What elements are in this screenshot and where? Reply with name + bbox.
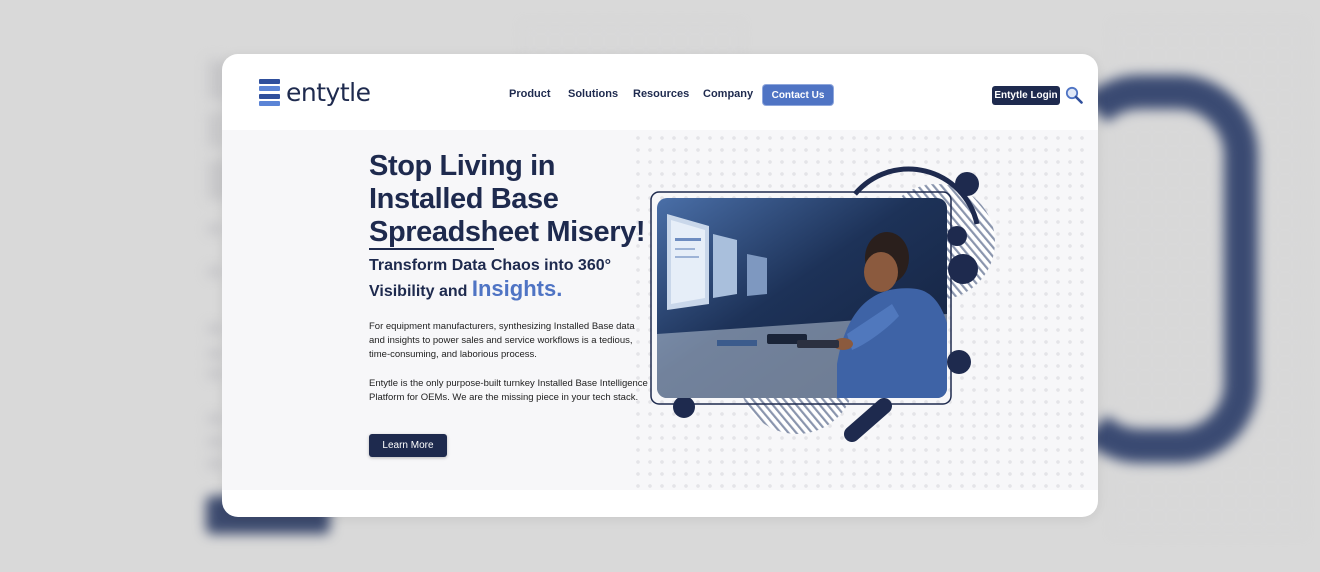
hero-paragraph-2: Entytle is the only purpose-built turnke… (369, 378, 648, 403)
brand-logo[interactable]: entytle (259, 78, 371, 107)
logo-text: entytle (286, 78, 371, 107)
decorative-dot (948, 254, 978, 284)
bg-shape (208, 325, 222, 333)
logo-mark-icon (259, 78, 280, 107)
login-button[interactable]: Entytle Login (992, 86, 1060, 105)
search-icon[interactable] (1065, 86, 1083, 104)
bg-shape (208, 460, 222, 468)
decorative-dot (955, 172, 979, 196)
nav-item-company[interactable]: Company (703, 88, 753, 100)
subhead-emphasis: Insights. (471, 276, 563, 301)
bg-shape (208, 370, 222, 378)
bg-shape (208, 415, 222, 423)
decorative-bar (844, 398, 892, 442)
decorative-dot (673, 396, 695, 418)
subhead-line: Visibility and (369, 283, 468, 300)
subhead-line: Transform Data Chaos into 360° (369, 257, 612, 274)
hero-subheading: Transform Data Chaos into 360° Visibilit… (369, 254, 611, 303)
nav-item-product[interactable]: Product (509, 88, 551, 100)
contact-us-button[interactable]: Contact Us (763, 85, 833, 105)
nav-item-solutions[interactable]: Solutions (568, 88, 618, 100)
decorative-dot (947, 226, 967, 246)
hero-headline: Stop Living in Installed Base Spreadshee… (369, 150, 645, 249)
hero-paragraph-1: For equipment manufacturers, synthesizin… (369, 321, 635, 360)
webpage-card: entytle Product Solutions Resources Comp… (222, 54, 1098, 517)
headline-underline (369, 248, 494, 250)
headline-line: Stop Living in (369, 150, 556, 182)
learn-more-button[interactable]: Learn More (369, 434, 447, 457)
headline-line: Spreadsheet Misery! (369, 216, 646, 248)
bg-shape (208, 438, 222, 446)
bg-shape (208, 350, 222, 358)
bg-shape (208, 225, 222, 233)
hero-photo (657, 198, 947, 398)
hero-illustration (650, 166, 995, 442)
bg-shape (208, 268, 222, 276)
headline-line: Installed Base (369, 183, 559, 215)
nav-item-resources[interactable]: Resources (633, 88, 689, 100)
